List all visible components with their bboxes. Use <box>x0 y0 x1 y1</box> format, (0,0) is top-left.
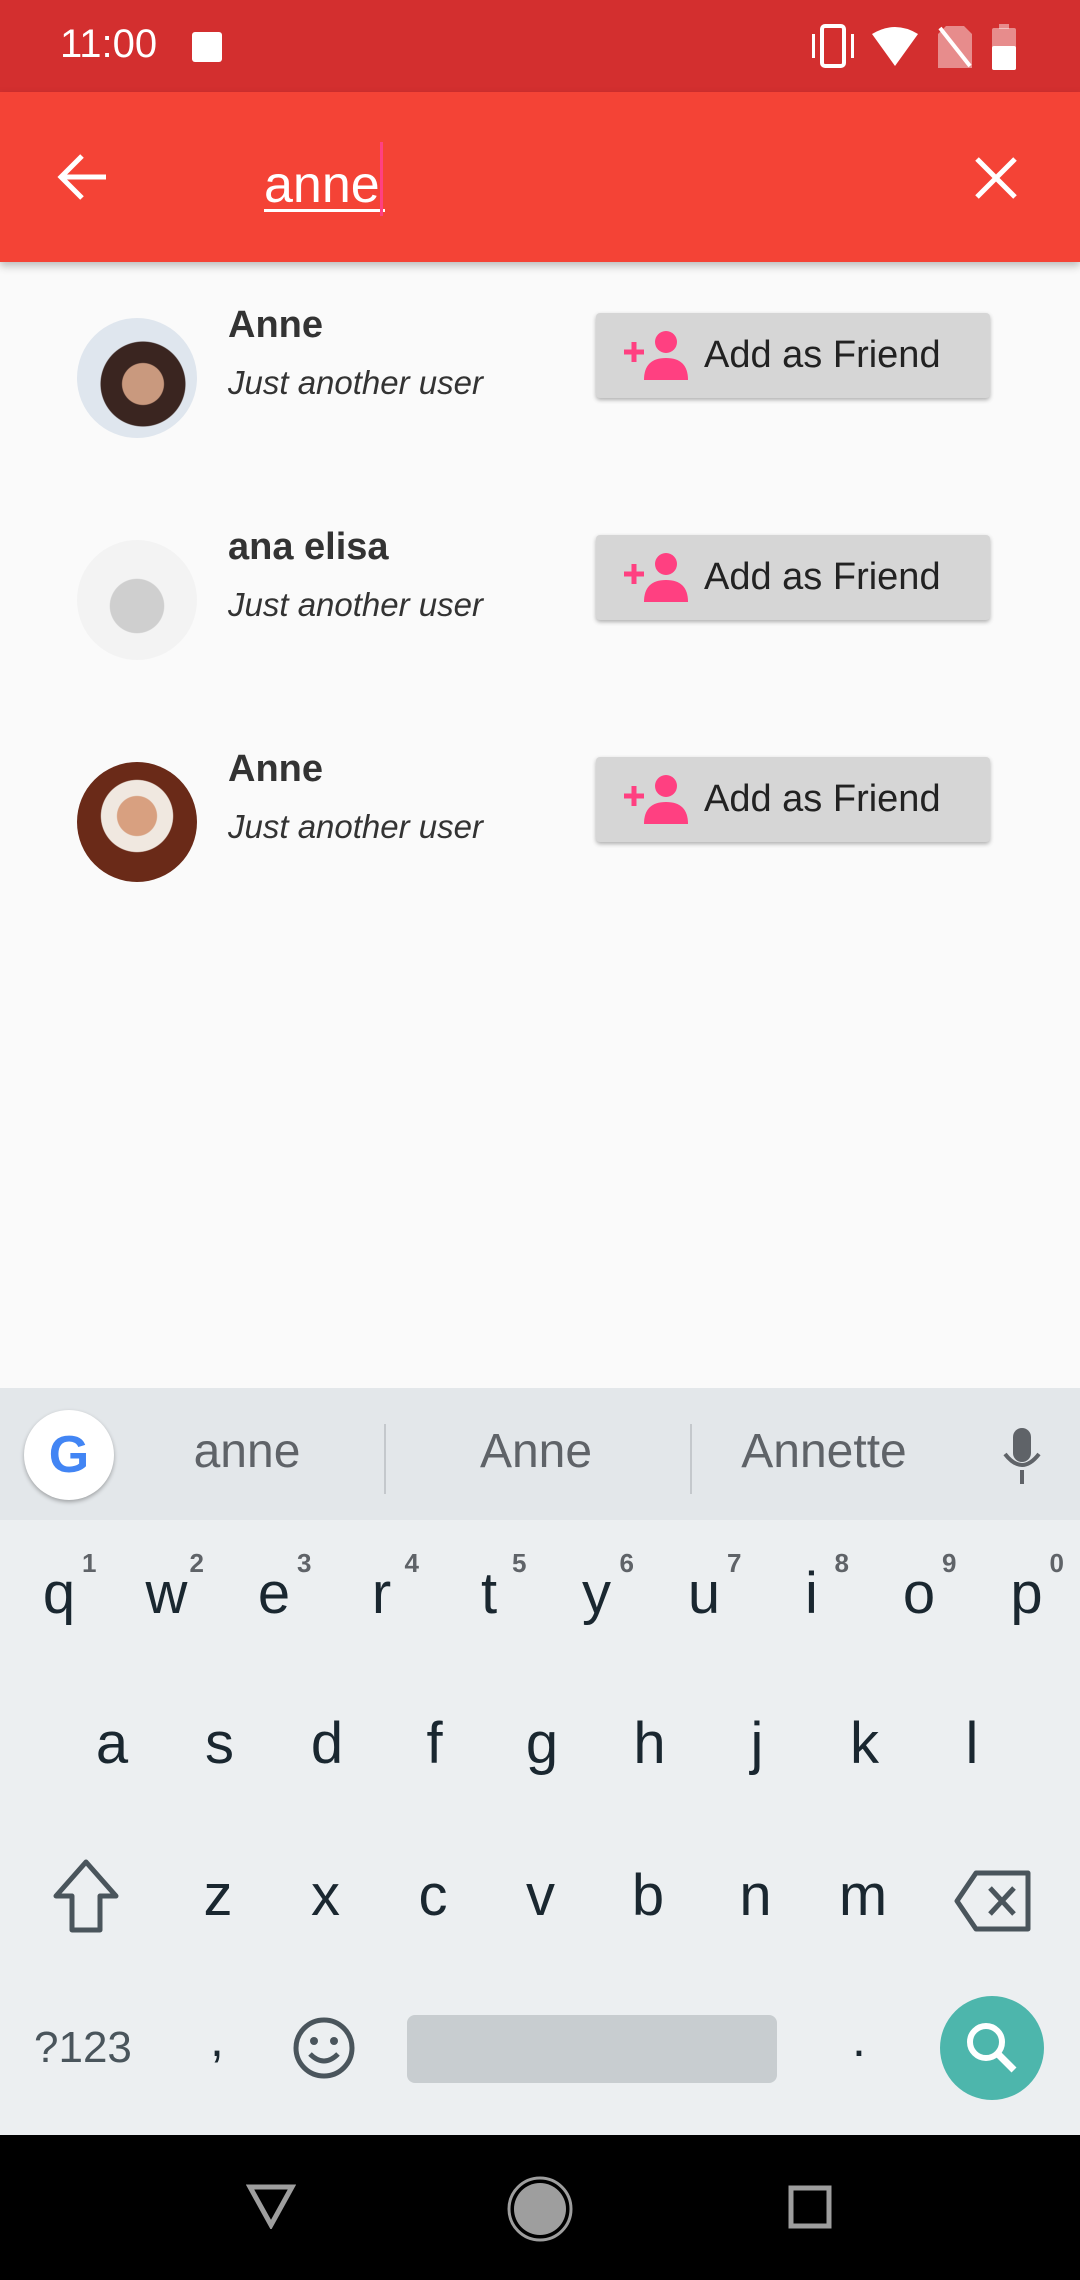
suggestion[interactable]: Anne <box>406 1424 666 1479</box>
key-j[interactable]: j <box>712 1710 802 1777</box>
image-icon <box>192 32 222 62</box>
key-x[interactable]: x <box>281 1862 371 1929</box>
divider <box>690 1424 692 1494</box>
key-m[interactable]: m <box>818 1862 908 1929</box>
user-name: ana elisa <box>228 526 389 568</box>
arrow-left-icon[interactable] <box>56 152 108 202</box>
suggestion[interactable]: anne <box>117 1424 377 1479</box>
microphone-icon[interactable] <box>1000 1426 1044 1486</box>
search-input[interactable]: anne <box>264 142 385 216</box>
add-friend-button[interactable]: Add as Friend <box>596 313 990 398</box>
divider <box>384 1424 386 1494</box>
key-hint-number: 1 <box>82 1548 97 1578</box>
key-hint-number: 4 <box>404 1548 419 1578</box>
key-n[interactable]: n <box>711 1862 801 1929</box>
list-item[interactable]: Anne Just another user Add as Friend <box>0 262 1080 484</box>
navigation-bar <box>0 2135 1080 2280</box>
add-friend-button[interactable]: Add as Friend <box>596 535 990 620</box>
google-icon[interactable]: G <box>24 1410 114 1500</box>
avatar <box>77 540 197 660</box>
add-friend-label: Add as Friend <box>704 334 941 376</box>
search-key[interactable] <box>940 1996 1044 2100</box>
vibrate-icon <box>812 24 854 68</box>
user-subtitle: Just another user <box>228 808 483 845</box>
key-s[interactable]: s <box>175 1710 265 1777</box>
key-b[interactable]: b <box>603 1862 693 1929</box>
battery-icon <box>992 24 1016 70</box>
shift-icon[interactable] <box>52 1858 120 1934</box>
back-nav-icon[interactable] <box>246 2183 296 2229</box>
add-friend-button[interactable]: Add as Friend <box>596 757 990 842</box>
key-hint-number: 3 <box>297 1548 312 1578</box>
key-hint-number: 8 <box>834 1548 849 1578</box>
key-hint-number: 0 <box>1049 1548 1064 1578</box>
list-item[interactable]: Anne Just another user Add as Friend <box>0 706 1080 928</box>
key-a[interactable]: a <box>67 1710 157 1777</box>
person-add-icon <box>624 330 688 380</box>
add-friend-label: Add as Friend <box>704 778 941 820</box>
key-c[interactable]: c <box>388 1862 478 1929</box>
home-nav-icon[interactable] <box>506 2175 574 2243</box>
close-icon[interactable] <box>974 156 1018 200</box>
status-bar: 11:00 <box>0 0 1080 92</box>
no-sim-icon <box>938 26 972 68</box>
emoji-icon[interactable] <box>292 2016 356 2080</box>
key-hint-number: 9 <box>942 1548 957 1578</box>
search-app-bar: anne <box>0 92 1080 262</box>
key-l[interactable]: l <box>927 1710 1017 1777</box>
key-z[interactable]: z <box>173 1862 263 1929</box>
user-subtitle: Just another user <box>228 586 483 623</box>
key-hint-number: 2 <box>189 1548 204 1578</box>
backspace-icon[interactable] <box>954 1870 1032 1932</box>
space-bar[interactable] <box>407 2015 777 2083</box>
person-add-icon <box>624 774 688 824</box>
key-hint-number: 6 <box>619 1548 634 1578</box>
key-hint-number: 5 <box>512 1548 527 1578</box>
status-time: 11:00 <box>60 22 158 66</box>
avatar <box>77 318 197 438</box>
search-input-text[interactable]: anne <box>264 156 380 214</box>
key-f[interactable]: f <box>390 1710 480 1777</box>
key-d[interactable]: d <box>282 1710 372 1777</box>
comma-key[interactable]: , <box>210 2010 224 2068</box>
key-h[interactable]: h <box>605 1710 695 1777</box>
symbols-key[interactable]: ?123 <box>34 2023 132 2073</box>
key-g[interactable]: g <box>497 1710 587 1777</box>
avatar <box>77 762 197 882</box>
recents-nav-icon[interactable] <box>788 2185 832 2229</box>
key-k[interactable]: k <box>820 1710 910 1777</box>
person-add-icon <box>624 552 688 602</box>
user-name: Anne <box>228 748 323 790</box>
user-name: Anne <box>228 304 323 346</box>
key-v[interactable]: v <box>496 1862 586 1929</box>
key-hint-number: 7 <box>727 1548 742 1578</box>
user-subtitle: Just another user <box>228 364 483 401</box>
text-cursor <box>379 142 383 216</box>
suggestion[interactable]: Annette <box>694 1424 954 1479</box>
wifi-icon <box>872 27 918 66</box>
add-friend-label: Add as Friend <box>704 556 941 598</box>
suggestion-strip: G anne Anne Annette <box>0 1388 1080 1520</box>
search-icon <box>967 2023 1017 2073</box>
period-key[interactable]: . <box>852 2010 866 2068</box>
list-item[interactable]: ana elisa Just another user Add as Frien… <box>0 484 1080 706</box>
